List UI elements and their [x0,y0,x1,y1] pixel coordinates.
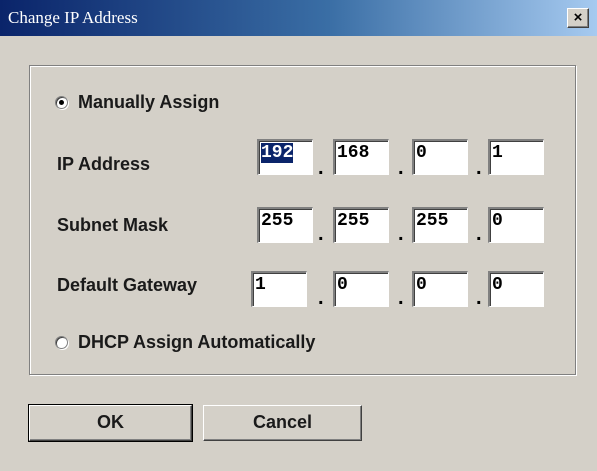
ip-octet-1-value: 192 [261,143,294,163]
ip-octet-3[interactable]: 0 [412,139,468,175]
gateway-octet-3[interactable]: 0 [412,271,468,307]
cancel-button[interactable]: Cancel [203,405,362,441]
default-gateway-label: Default Gateway [57,275,198,295]
ok-button[interactable]: OK [28,404,193,442]
separator-dot: . [476,157,482,179]
separator-dot: . [476,287,482,309]
subnet-octet-3[interactable]: 255 [412,207,468,243]
manual-assign-option[interactable]: Manually Assign [55,92,219,113]
separator-dot: . [318,157,324,179]
separator-dot: . [398,223,404,245]
title-bar[interactable]: Change IP Address × [0,0,597,36]
subnet-mask-label: Subnet Mask [57,215,169,235]
subnet-octet-4[interactable]: 0 [488,207,544,243]
gateway-octet-4[interactable]: 0 [488,271,544,307]
ip-octet-4[interactable]: 1 [488,139,544,175]
manual-assign-label: Manually Assign [78,92,220,112]
dhcp-assign-label: DHCP Assign Automatically [78,332,316,352]
close-icon: × [573,9,583,26]
separator-dot: . [318,287,324,309]
close-button[interactable]: × [567,8,589,28]
separator-dot: . [398,287,404,309]
gateway-octet-1[interactable]: 1 [251,271,307,307]
separator-dot: . [398,157,404,179]
window-title: Change IP Address [8,8,138,27]
ip-octet-1[interactable]: 192 [257,139,313,175]
subnet-octet-1[interactable]: 255 [257,207,313,243]
dhcp-assign-radio[interactable] [55,336,68,349]
ip-octet-2[interactable]: 168 [333,139,389,175]
manual-assign-radio[interactable] [55,96,68,109]
gateway-octet-2[interactable]: 0 [333,271,389,307]
subnet-octet-2[interactable]: 255 [333,207,389,243]
separator-dot: . [476,223,482,245]
separator-dot: . [318,223,324,245]
dhcp-assign-option[interactable]: DHCP Assign Automatically [55,332,315,353]
ip-address-label: IP Address [57,154,151,174]
